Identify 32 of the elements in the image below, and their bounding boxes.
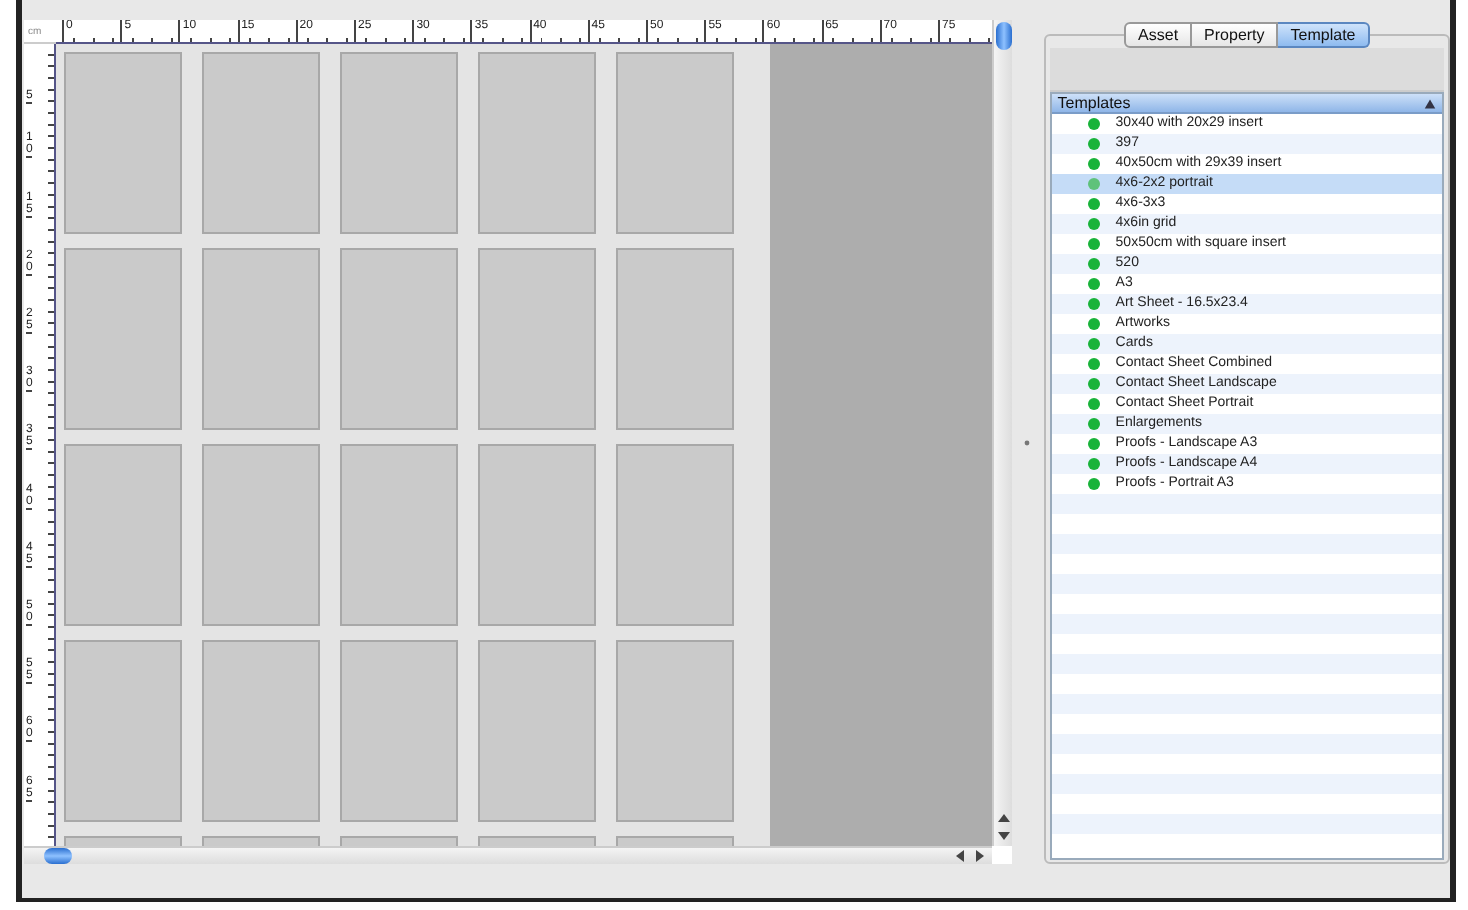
status-dot-icon — [1087, 398, 1100, 410]
status-dot-icon — [1087, 358, 1100, 370]
status-dot-icon — [1087, 238, 1100, 250]
column-title: Templates — [1057, 94, 1131, 112]
vertical-scrollbar[interactable] — [992, 20, 1012, 846]
status-dot-icon — [1087, 298, 1100, 310]
sort-ascending-icon — [1424, 97, 1436, 109]
scroll-up-icon[interactable] — [995, 810, 1011, 826]
status-dot-icon — [1087, 378, 1100, 390]
tab[interactable]: Asset — [1124, 22, 1193, 48]
status-dot-icon — [1087, 198, 1100, 210]
status-dot-icon — [1087, 458, 1100, 470]
status-dot-icon — [1087, 318, 1100, 330]
status-dot-icon — [1087, 118, 1100, 130]
status-dot-icon — [1087, 178, 1100, 190]
status-dot-icon — [1087, 338, 1100, 350]
horizontal-scrollbar[interactable] — [24, 846, 992, 864]
column-header[interactable]: Templates — [1051, 94, 1442, 114]
status-dot-icon — [1087, 158, 1100, 170]
scroll-thumb[interactable] — [995, 22, 1011, 50]
status-dot-icon — [1087, 138, 1100, 150]
tab[interactable]: Template — [1278, 22, 1370, 48]
scroll-down-icon[interactable] — [995, 828, 1011, 844]
status-dot-icon — [1087, 478, 1100, 490]
tab[interactable]: Property — [1192, 22, 1279, 48]
splitter-grip-icon[interactable] — [1024, 439, 1031, 445]
status-dot-icon — [1087, 418, 1100, 430]
status-dot-icon — [1087, 218, 1100, 230]
status-dot-icon — [1087, 438, 1100, 450]
status-dot-icon — [1087, 258, 1100, 270]
status-dot-icon — [1087, 278, 1100, 290]
scroll-thumb[interactable] — [44, 848, 72, 864]
